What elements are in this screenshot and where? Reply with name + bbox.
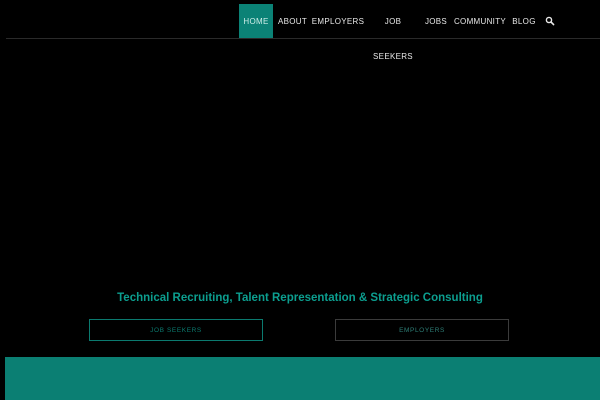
employers-button[interactable]: EMPLOYERS (335, 319, 509, 341)
nav-job-seekers-label-top: JOB (384, 17, 402, 26)
footer-band (5, 357, 600, 400)
nav-about[interactable]: ABOUT (278, 4, 307, 39)
hero-headline: Technical Recruiting, Talent Representat… (117, 292, 483, 304)
search-icon[interactable] (545, 16, 555, 26)
nav-job-seekers-label-bottom: SEEKERS (373, 52, 413, 61)
nav-blog[interactable]: BLOG (512, 4, 536, 39)
main-navigation: HOME ABOUT EMPLOYERS JOB SEEKERS JOBS CO… (0, 0, 600, 61)
nav-jobs[interactable]: JOBS (425, 4, 447, 39)
nav-job-seekers[interactable]: JOB SEEKERS (373, 16, 413, 63)
nav-employers[interactable]: EMPLOYERS (312, 4, 364, 39)
job-seekers-button[interactable]: JOB SEEKERS (89, 319, 263, 341)
nav-community[interactable]: COMMUNITY (454, 4, 506, 39)
nav-home[interactable]: HOME (239, 4, 273, 39)
nav-divider (6, 38, 600, 39)
